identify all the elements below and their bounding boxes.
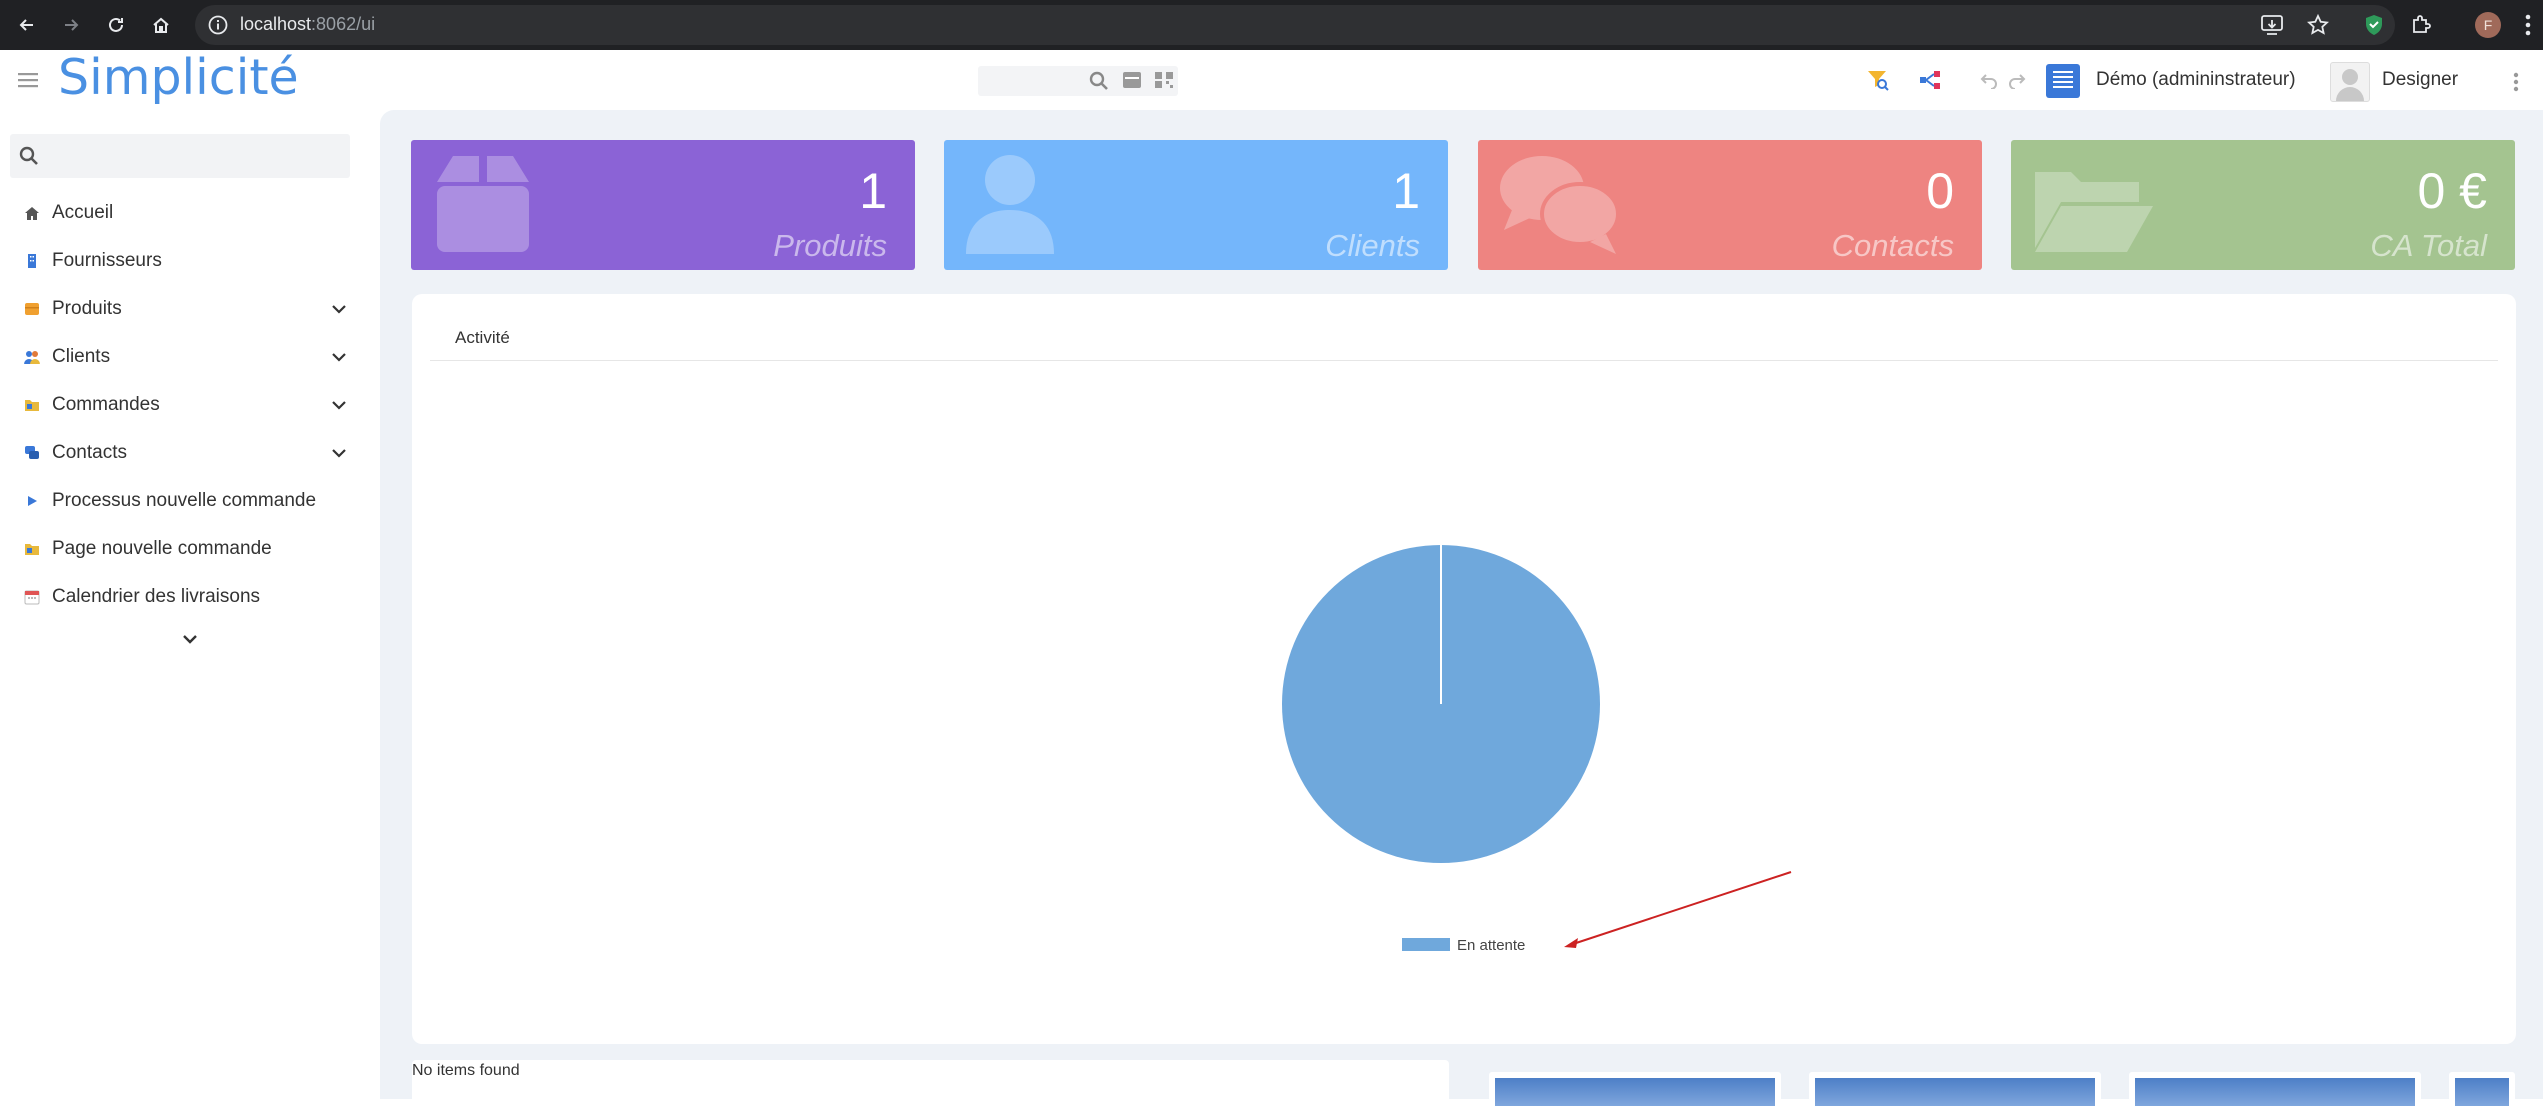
address-bar[interactable]: localhost:8062/ui [195,5,2395,45]
site-info-icon[interactable] [207,14,229,36]
folder-icon [25,400,39,411]
undo-icon[interactable] [1980,71,1998,89]
browser-toolbar: localhost:8062/ui F [0,0,2543,50]
chevron-down-icon[interactable] [330,396,348,414]
sidebar-item-label: Processus nouvelle commande [52,490,317,511]
reload-button[interactable] [97,6,135,44]
legend-swatch[interactable] [1402,938,1450,951]
empty-list-message: No items found [412,1062,520,1079]
play-icon [28,496,37,506]
chevron-down-icon[interactable] [330,300,348,318]
chevron-down-icon[interactable] [330,444,348,462]
home-button[interactable] [142,6,180,44]
calendar-icon [24,590,40,605]
tile-label: Produits [773,228,887,263]
hamburger-menu-icon[interactable] [18,72,38,88]
sidebar-expand-chevron-icon[interactable] [181,630,199,648]
app-header: Simplicité Démo (admininstrateur) Design… [0,49,2543,110]
extensions-puzzle-icon[interactable] [2409,13,2433,37]
sidebar-item-processus[interactable]: Processus nouvelle commande [0,479,360,523]
tile-label: Contacts [1831,228,1954,263]
tile-produits[interactable]: 1 Produits [411,140,915,270]
sidebar-item-label: Contacts [52,442,127,463]
redo-icon[interactable] [2008,71,2026,89]
image-thumbnail[interactable] [2449,1072,2515,1112]
annotation-arrow [1564,871,1792,948]
tile-value: 1 [859,163,887,219]
bookmark-star-icon[interactable] [2307,14,2329,36]
tile-label: Clients [1325,228,1420,263]
sidebar: Accueil Fournisseurs Produits Clients Co… [0,110,375,1099]
sidebar-item-label: Commandes [52,394,160,415]
extension-shield-icon[interactable] [2362,13,2386,37]
sidebar-item-label: Clients [52,346,111,367]
home-icon [25,207,39,220]
chat-icon [25,446,39,459]
back-button[interactable] [8,6,46,44]
folder-icon [25,544,39,555]
tile-value: 0 [1926,163,1954,219]
user-icon [966,155,1054,254]
people-icon [24,351,40,364]
sidebar-item-label: Accueil [52,202,114,223]
app-logo[interactable]: Simplicité [58,49,299,106]
forward-button[interactable] [52,6,90,44]
sidebar-item-produits[interactable]: Produits [0,287,360,331]
more-options-icon[interactable] [2512,72,2520,92]
user-avatar[interactable] [2330,62,2370,102]
browser-menu-icon[interactable] [2524,13,2532,37]
user-scope-label[interactable]: Démo (admininstrateur) [2096,69,2296,91]
url-text: localhost:8062/ui [240,14,376,34]
search-icon[interactable] [1089,71,1109,91]
image-thumbnail[interactable] [1809,1072,2101,1112]
designer-label[interactable]: Designer [2382,69,2458,91]
share-network-icon[interactable] [1918,68,1942,92]
profile-avatar[interactable]: F [2475,12,2501,38]
chat-icon [1500,156,1620,254]
image-thumbnail[interactable] [2129,1072,2421,1112]
sidebar-item-commandes[interactable]: Commandes [0,383,360,427]
activity-pie-chart: En attente [1282,545,1792,954]
install-app-icon[interactable] [2260,14,2284,36]
tile-ca-total[interactable]: 0 € CA Total [2011,140,2515,270]
chevron-down-icon[interactable] [330,348,348,366]
sidebar-item-clients[interactable]: Clients [0,335,360,379]
folder-icon [2035,172,2153,252]
sidebar-search-input[interactable] [10,134,350,178]
tile-value: 0 € [2417,163,2487,219]
sidebar-item-contacts[interactable]: Contacts [0,431,360,475]
card-view-icon[interactable] [1122,71,1142,89]
sidebar-item-label: Calendrier des livraisons [52,586,261,607]
tile-label: CA Total [2370,228,2487,263]
sidebar-item-label: Page nouvelle commande [52,538,272,559]
sidebar-item-fournisseurs[interactable]: Fournisseurs [0,239,360,283]
search-icon [19,146,38,165]
building-icon [28,254,36,268]
legend-label[interactable]: En attente [1457,937,1525,954]
tile-clients[interactable]: 1 Clients [944,140,1448,270]
list-card [412,1060,1449,1120]
sidebar-item-calendrier[interactable]: Calendrier des livraisons [0,575,360,619]
box-icon [25,303,39,315]
activity-card: Activité En attente [412,294,2516,1044]
sidebar-item-label: Fournisseurs [52,250,162,271]
tile-contacts[interactable]: 0 Contacts [1478,140,1982,270]
scope-icon[interactable] [2046,64,2080,98]
sidebar-item-accueil[interactable]: Accueil [0,191,360,235]
global-search-input[interactable] [978,66,1178,96]
image-thumbnail[interactable] [1489,1072,1781,1112]
filter-search-icon[interactable] [1866,68,1890,92]
sidebar-item-label: Produits [52,298,122,319]
box-icon [437,156,529,252]
sidebar-item-page-commande[interactable]: Page nouvelle commande [0,527,360,571]
qrcode-icon[interactable] [1154,71,1174,89]
tile-value: 1 [1392,163,1420,219]
main-content: 1 Produits 1 Clients 0 Contacts 0 € CA T… [380,110,2543,1120]
